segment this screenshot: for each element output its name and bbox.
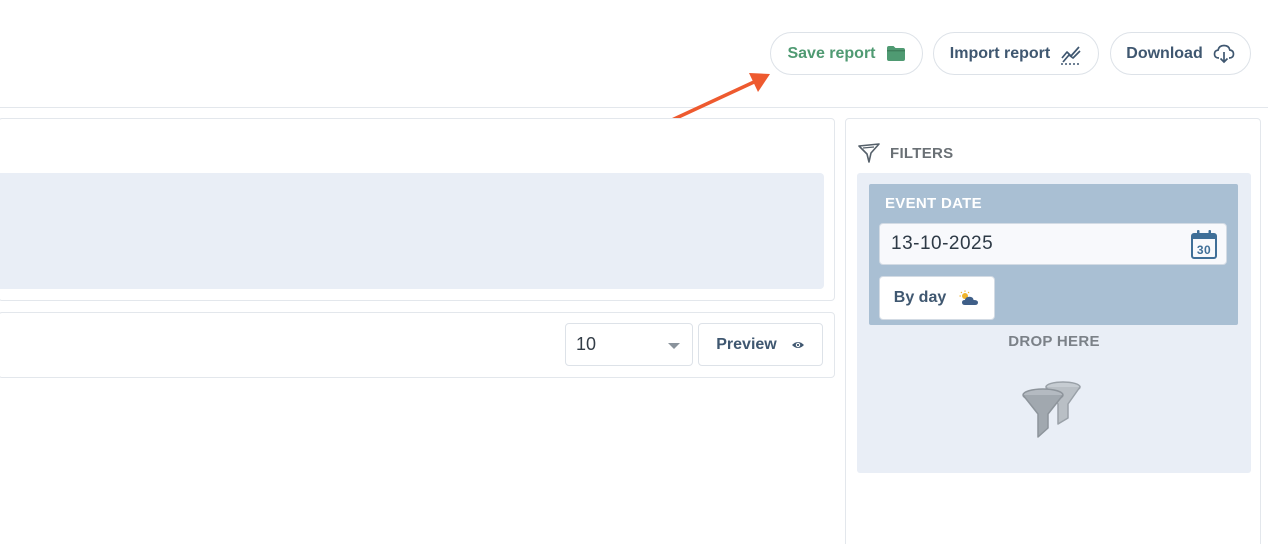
- save-report-button[interactable]: Save report: [770, 32, 923, 75]
- preview-button[interactable]: Preview: [698, 323, 823, 366]
- chart-line-icon: [1061, 45, 1082, 65]
- granularity-button[interactable]: By day: [879, 276, 995, 320]
- preview-label: Preview: [716, 335, 777, 353]
- report-columns-drop-area[interactable]: [0, 173, 824, 289]
- row-limit-value: 10: [576, 334, 597, 354]
- import-report-button[interactable]: Import report: [933, 32, 1099, 75]
- download-label: Download: [1126, 44, 1203, 62]
- top-toolbar: Save report Import report Download: [0, 0, 1268, 108]
- folder-icon: [886, 46, 905, 61]
- granularity-label: By day: [893, 289, 947, 306]
- calendar-icon[interactable]: 30: [1190, 229, 1218, 260]
- filters-title: FILTERS: [890, 144, 954, 162]
- svg-text:30: 30: [1197, 243, 1211, 257]
- save-report-label: Save report: [787, 44, 876, 62]
- weather-icon: [959, 290, 979, 305]
- eye-icon: [791, 341, 804, 348]
- filters-panel: FILTERS EVENT DATE 13-10-2025 30 By day: [845, 118, 1261, 544]
- event-date-filter: EVENT DATE 13-10-2025 30 By day: [869, 184, 1238, 325]
- filters-header: FILTERS: [858, 143, 953, 163]
- funnel-icon: [858, 143, 880, 163]
- import-report-label: Import report: [949, 44, 1051, 62]
- filters-drop-zone[interactable]: EVENT DATE 13-10-2025 30 By day DROP HER…: [857, 173, 1251, 473]
- drop-here-label: DROP HERE: [1008, 333, 1100, 350]
- event-date-value: 13-10-2025: [891, 233, 994, 254]
- report-builder-panel: [0, 118, 835, 301]
- download-button[interactable]: Download: [1110, 32, 1251, 75]
- chevron-down-icon: [668, 343, 680, 349]
- cloud-download-icon: [1213, 44, 1235, 63]
- event-date-input[interactable]: 13-10-2025 30: [879, 223, 1227, 265]
- event-date-label: EVENT DATE: [885, 195, 982, 212]
- row-limit-select[interactable]: 10: [565, 323, 693, 366]
- funnels-icon: [1022, 381, 1081, 438]
